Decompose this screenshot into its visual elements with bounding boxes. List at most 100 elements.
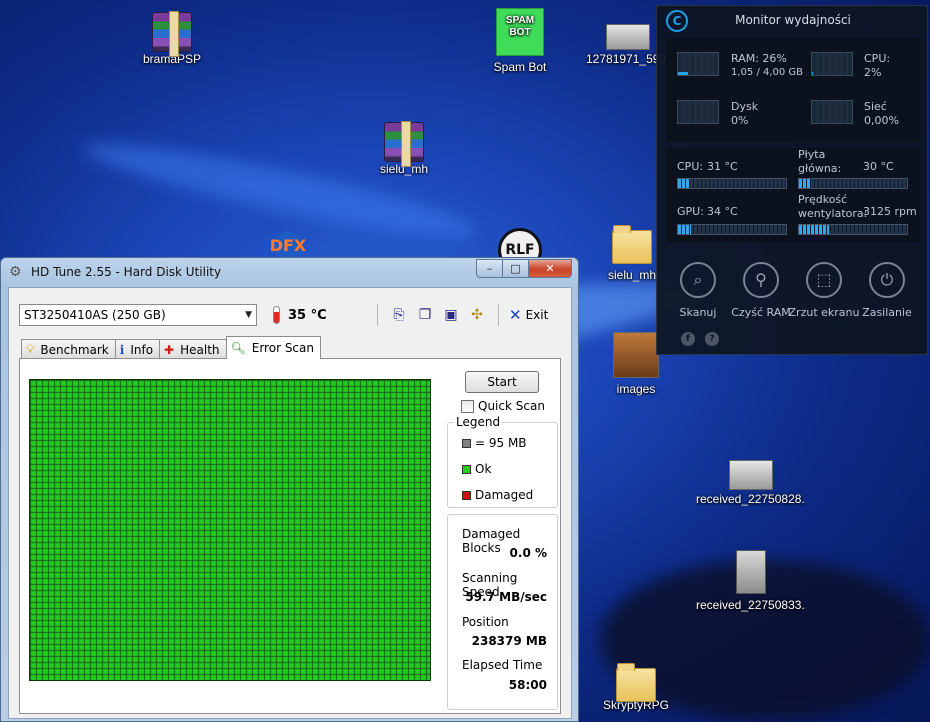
start-button[interactable]: Start — [465, 371, 539, 393]
options-icon: ✣ — [471, 307, 483, 323]
facebook-icon[interactable]: f — [681, 332, 695, 346]
broom-icon: ⚲ — [755, 270, 767, 289]
fan-speed-bar-fill — [799, 225, 830, 234]
exit-label: Exit — [525, 308, 549, 322]
board-temp-bar-fill — [799, 179, 810, 188]
gpu-temp-label: GPU: — [677, 205, 704, 218]
options-button[interactable]: ✣ — [467, 305, 487, 325]
magnifier-icon: 🔍︎ — [230, 341, 246, 355]
copy-icon: ⎘ — [393, 307, 405, 323]
legend-label: Ok — [475, 462, 492, 476]
cpu-temp-value: 31 °C — [707, 160, 738, 173]
close-button[interactable]: ✕ — [528, 259, 572, 278]
winrar-archive-icon — [384, 121, 424, 167]
board-temp-bar — [798, 178, 908, 189]
thermometer-icon — [273, 306, 280, 324]
tab-error-scan[interactable]: 🔍︎ Error Scan — [225, 336, 321, 359]
monitor-title: Monitor wydajności — [735, 13, 851, 27]
tab-label: Benchmark — [40, 342, 109, 357]
cpu-temp-bar-fill — [678, 179, 689, 188]
legend-label: = 95 MB — [475, 436, 527, 450]
image-file-icon — [729, 460, 773, 490]
cpu-gauge — [811, 52, 853, 76]
exit-button[interactable]: ✕ Exit — [509, 306, 548, 324]
position-value: 238379 MB — [471, 634, 547, 648]
quick-scan-checkbox[interactable]: Quick Scan — [461, 399, 545, 413]
desktop-icon-label: received_22750828... — [696, 492, 806, 506]
gpu-temp-bar-fill — [678, 225, 691, 234]
hdtune-app-icon: ⚙ — [9, 264, 22, 280]
image-file-icon — [613, 332, 659, 378]
minimize-button[interactable]: – — [476, 259, 502, 278]
toolbar-divider — [498, 304, 499, 326]
tab-label: Error Scan — [251, 341, 314, 355]
legend-item-block-size: = 95 MB — [462, 436, 527, 450]
legend-swatch-red — [462, 490, 471, 500]
legend-group: Legend = 95 MB Ok Damaged — [447, 415, 558, 508]
power-button[interactable]: ⏻ — [869, 262, 905, 298]
network-label: Sieć — [864, 100, 887, 113]
desktop-icon-received-1[interactable]: received_22750828... — [696, 456, 806, 506]
performance-monitor-widget: C Monitor wydajności RAM: 26% 1,05 / 4,0… — [656, 5, 928, 355]
legend-swatch-grey — [462, 438, 471, 448]
drive-select-value: ST3250410AS (250 GB) — [24, 308, 166, 322]
network-value: 0,00% — [864, 114, 899, 127]
elapsed-time-label: Elapsed Time — [462, 658, 543, 672]
disk-label: Dysk — [731, 100, 759, 113]
disk-value: 0% — [731, 114, 749, 127]
maximize-button[interactable]: □ — [502, 259, 528, 278]
toolbar: ST3250410AS (250 GB) ▼ 35 °C ⎘ ❐ ▣ ✣ ✕ E… — [19, 302, 559, 328]
desktop-icon-spam-bot[interactable]: SPAM BOT Spam Bot — [472, 8, 568, 74]
save-button[interactable]: ▣ — [441, 305, 461, 325]
floppy-disk-icon: ▣ — [444, 307, 458, 323]
error-scan-panel: Start Quick Scan Legend = 95 MB Ok Damag… — [19, 358, 561, 714]
tab-health[interactable]: ✚ Health — [159, 339, 227, 359]
desktop-icon-sielu-mh-archive[interactable]: sielu_mh — [356, 118, 452, 176]
dropdown-arrow-icon: ▼ — [245, 310, 252, 320]
ram-label: RAM: 26% — [731, 52, 787, 65]
quick-scan-label: Quick Scan — [478, 399, 545, 413]
scan-button[interactable]: ⌕ — [680, 262, 716, 298]
copy-image-icon: ❐ — [418, 307, 432, 323]
tab-info[interactable]: i Info — [114, 339, 161, 359]
hdtune-window: ⚙ HD Tune 2.55 - Hard Disk Utility – □ ✕… — [0, 257, 579, 722]
legend-title: Legend — [454, 415, 503, 429]
legend-label: Damaged — [475, 488, 534, 502]
gpu-temp-value: 34 °C — [707, 205, 738, 218]
cpu-gauge-fill — [812, 72, 813, 75]
screenshot-button[interactable]: ⬚ — [806, 262, 842, 298]
checkbox-box — [461, 399, 474, 413]
window-title: HD Tune 2.55 - Hard Disk Utility — [31, 265, 222, 279]
cpu-temp-bar — [677, 178, 787, 189]
power-icon: ⏻ — [880, 270, 894, 289]
fan-speed-bar — [798, 224, 908, 235]
temperature-value: 35 °C — [288, 307, 327, 323]
block-map-canvas — [30, 380, 430, 680]
cpu-temp-label: CPU: — [677, 160, 704, 173]
temperature-display: 35 °C — [273, 306, 369, 324]
desktop-icon-bramapsp[interactable]: bramaPSP — [124, 8, 220, 66]
help-icon[interactable]: ? — [705, 332, 719, 346]
copy-text-button[interactable]: ⎘ — [389, 305, 409, 325]
desktop-icon-label: Spam Bot — [493, 60, 547, 74]
ram-detail: 1,05 / 4,00 GB — [731, 67, 804, 78]
desktop-icon-received-2[interactable]: received_22750833... — [696, 550, 806, 612]
block-map — [29, 379, 431, 681]
scanning-speed-value: 59.7 MB/sec — [465, 590, 547, 604]
legend-item-damaged: Damaged — [462, 488, 533, 502]
cpu-value: 2% — [864, 66, 882, 79]
scan-statistics: Damaged Blocks 0.0 % Scanning Speed 59.7… — [447, 514, 558, 710]
legend-item-ok: Ok — [462, 462, 491, 476]
info-icon: i — [119, 342, 125, 357]
window-controls: – □ ✕ — [476, 259, 572, 278]
drive-select[interactable]: ST3250410AS (250 GB) ▼ — [19, 304, 257, 326]
desktop-icon-skryptyrpg[interactable]: SkryptyRPG — [588, 660, 684, 712]
tab-benchmark[interactable]: 💡︎ Benchmark — [21, 339, 116, 359]
clean-ram-button[interactable]: ⚲ — [743, 262, 779, 298]
desktop-icon-label: images — [616, 382, 656, 396]
folder-icon — [616, 663, 656, 702]
copy-screenshot-button[interactable]: ❐ — [415, 305, 435, 325]
spam-bot-icon: SPAM BOT — [496, 8, 544, 56]
image-file-icon — [606, 24, 650, 50]
damaged-blocks-value: 0.0 % — [509, 546, 547, 560]
